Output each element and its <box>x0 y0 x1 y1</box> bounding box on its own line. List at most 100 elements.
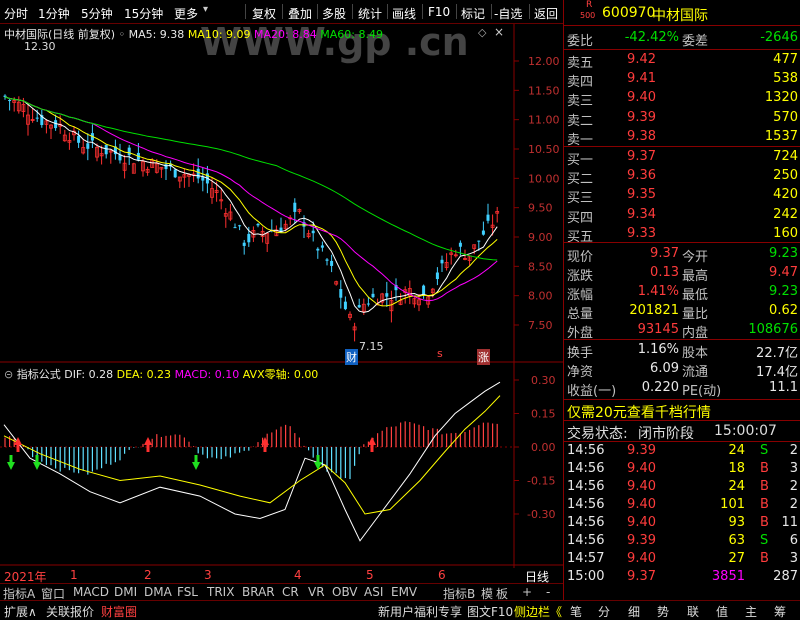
bid-row[interactable]: 买二 9.36 250 <box>564 167 800 187</box>
expand-button[interactable]: 扩展∧ <box>4 603 37 620</box>
tab-emv[interactable]: EMV <box>391 585 417 599</box>
add-indicator-button[interactable]: + <box>522 585 532 599</box>
divider <box>564 399 800 400</box>
ask-row[interactable]: 卖四 9.41 538 <box>564 70 800 90</box>
quote-panel: R 500 600970 中材国际 委比 -42.42% 委差 -2646 卖五… <box>563 0 800 600</box>
toolbar-item-stats[interactable]: 统计 <box>358 5 382 22</box>
stat-row[interactable]: 换手 1.16% 股本 22.7亿 <box>564 341 800 361</box>
chevron-down-icon[interactable]: ▾ <box>203 4 208 15</box>
tool-zhi[interactable]: 值 <box>716 603 728 620</box>
bid-row[interactable]: 买五 9.33 160 <box>564 225 800 245</box>
ask-price: 9.38 <box>627 128 656 144</box>
tab-cr[interactable]: CR <box>282 585 299 599</box>
tool-pen[interactable]: 笔 <box>570 603 582 620</box>
bid-row[interactable]: 买四 9.34 242 <box>564 206 800 226</box>
tick-row[interactable]: 14:56 9.39 63 S 6 <box>564 532 800 551</box>
ask-row[interactable]: 卖二 9.39 570 <box>564 109 800 129</box>
ma-line <box>4 96 498 302</box>
bid-volume: 724 <box>773 149 798 164</box>
stat-row[interactable]: 涨幅 1.41% 最低 9.23 <box>564 283 800 303</box>
tick-direction: S <box>760 443 769 458</box>
candle-body <box>320 245 324 248</box>
tab-obv[interactable]: OBV <box>332 585 358 599</box>
tab-trix[interactable]: TRIX <box>207 585 234 599</box>
price-axis-label: 11.00 <box>528 114 560 127</box>
bid-row[interactable]: 买三 9.35 420 <box>564 186 800 206</box>
toolbar-item-1min[interactable]: 1分钟 <box>38 5 70 22</box>
stat-row[interactable]: 总量 201821 量比 0.62 <box>564 302 800 322</box>
stat-row[interactable]: 涨跌 0.13 最高 9.47 <box>564 264 800 284</box>
settings-diamond-icon[interactable]: ◇ <box>478 26 486 39</box>
divider <box>564 49 800 50</box>
tab-macd[interactable]: MACD <box>73 585 109 599</box>
sidebar-toggle-button[interactable]: 侧边栏《 <box>514 603 562 620</box>
bid-row[interactable]: 买一 9.37 724 <box>564 148 800 168</box>
stat-value: 9.47 <box>769 265 798 280</box>
toolbar-item-intraday[interactable]: 分时 <box>4 5 28 22</box>
stat-row[interactable]: 收益(一) 0.220 PE(动) 11.1 <box>564 379 800 399</box>
stat-row[interactable]: 净资 6.09 流通 17.4亿 <box>564 360 800 380</box>
tool-shi[interactable]: 势 <box>657 603 669 620</box>
stat-value: 17.4亿 <box>756 365 798 380</box>
tab-brar[interactable]: BRAR <box>242 585 275 599</box>
ask-row[interactable]: 卖一 9.38 1537 <box>564 128 800 148</box>
high-price-label: 12.30 <box>24 40 56 53</box>
toolbar-item-15min[interactable]: 15分钟 <box>124 5 163 22</box>
tool-lian[interactable]: 联 <box>687 603 699 620</box>
remove-indicator-button[interactable]: - <box>546 585 550 599</box>
tab-dma[interactable]: DMA <box>144 585 172 599</box>
f10-button[interactable]: 图文F10 <box>467 603 513 620</box>
tick-row[interactable]: 14:56 9.40 101 B 2 <box>564 496 800 515</box>
tool-xi[interactable]: 细 <box>628 603 640 620</box>
tool-fen[interactable]: 分 <box>598 603 610 620</box>
toolbar-item-back[interactable]: 返回 <box>534 5 558 22</box>
toolbar-item-fuquan[interactable]: 复权 <box>252 5 276 22</box>
candle-body <box>86 143 90 149</box>
tick-row[interactable]: 15:00 9.37 3851 287 <box>564 568 800 587</box>
level2-promo[interactable]: 仅需20元查看千档行情 <box>564 401 800 422</box>
tick-row[interactable]: 14:57 9.40 27 B 3 <box>564 550 800 569</box>
tab-dmi[interactable]: DMI <box>114 585 137 599</box>
tool-chou[interactable]: 筹 <box>774 603 786 620</box>
toolbar-item-multi[interactable]: 多股 <box>322 5 346 22</box>
financial-report-marker[interactable]: 财 <box>345 349 358 365</box>
ask-price: 9.40 <box>627 90 656 106</box>
level2-promo-text[interactable]: 仅需20元查看千档行情 <box>567 402 711 422</box>
ask-row[interactable]: 卖三 9.40 1320 <box>564 89 800 109</box>
wealth-circle-button[interactable]: 财富圈 <box>101 603 137 620</box>
candle-body <box>293 202 297 212</box>
candle-body <box>3 95 7 97</box>
tab-fsl[interactable]: FSL <box>177 585 198 599</box>
tab-asi[interactable]: ASI <box>364 585 383 599</box>
tick-row[interactable]: 14:56 9.39 24 S 2 <box>564 442 800 461</box>
toolbar-item-more[interactable]: 更多 <box>174 5 198 22</box>
divider <box>564 242 800 243</box>
tab-vr[interactable]: VR <box>308 585 325 599</box>
toolbar-item-mark[interactable]: 标记 <box>461 5 485 22</box>
tick-row[interactable]: 14:56 9.40 93 B 11 <box>564 514 800 533</box>
toolbar-item-overlay[interactable]: 叠加 <box>288 5 312 22</box>
ask-row[interactable]: 卖五 9.42 477 <box>564 51 800 71</box>
price-axis-label: 9.00 <box>528 231 553 244</box>
indicator-name[interactable]: 指标公式 <box>17 368 61 381</box>
kline-chart[interactable]: 12.00 11.50 11.00 10.50 10.00 9.50 9.00 8.50 8.0… <box>0 24 563 568</box>
tool-zhu[interactable]: 主 <box>745 603 757 620</box>
tick-row[interactable]: 14:56 9.40 24 B 2 <box>564 478 800 497</box>
kline-chart-area[interactable]: 12.00 11.50 11.00 10.50 10.00 9.50 9.00 8.50 8.0… <box>0 24 563 568</box>
toolbar-item-draw[interactable]: 画线 <box>392 5 416 22</box>
event-s-marker[interactable]: s <box>437 347 443 360</box>
related-quote-button[interactable]: 关联报价 <box>46 603 94 620</box>
weicha-value: -2646 <box>760 30 798 45</box>
limit-up-marker[interactable]: 涨 <box>477 349 490 365</box>
toolbar-item-5min[interactable]: 5分钟 <box>81 5 113 22</box>
toolbar-item-f10[interactable]: F10 <box>428 5 450 19</box>
close-icon[interactable]: × <box>494 25 504 39</box>
collapse-icon[interactable]: ⊝ <box>4 368 13 381</box>
toolbar-item-watchlist[interactable]: -自选 <box>494 5 522 22</box>
stat-label: 最低 <box>682 288 709 303</box>
stock-name: 中材国际 <box>652 8 708 24</box>
stat-row[interactable]: 现价 9.37 今开 9.23 <box>564 245 800 265</box>
stat-row[interactable]: 外盘 93145 内盘 108676 <box>564 321 800 341</box>
new-user-promo[interactable]: 新用户福利专享 <box>378 603 462 620</box>
tick-row[interactable]: 14:56 9.40 18 B 3 <box>564 460 800 479</box>
